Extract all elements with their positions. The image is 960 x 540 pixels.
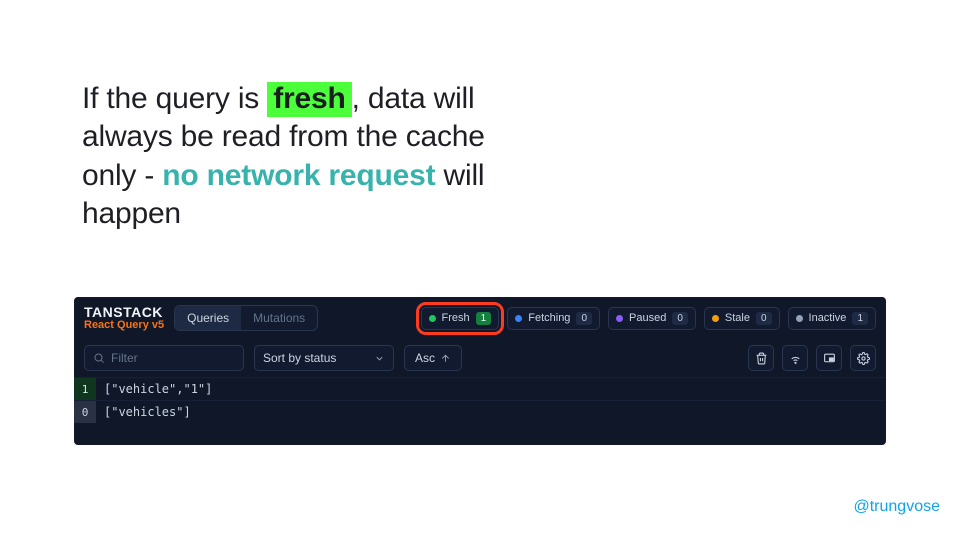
status-stale-count: 0 — [756, 312, 772, 325]
chevron-down-icon — [374, 353, 385, 364]
asc-label: Asc — [415, 351, 435, 365]
author-handle: @trungvose — [853, 498, 940, 516]
tab-mutations[interactable]: Mutations — [241, 306, 317, 330]
status-chip-inactive[interactable]: Inactive 1 — [788, 307, 876, 330]
pip-icon — [823, 352, 836, 365]
status-strip: Fresh 1 Fetching 0 Paused 0 Stale 0 Inac… — [421, 307, 876, 330]
status-fresh-count: 1 — [476, 312, 492, 325]
wifi-icon — [789, 352, 802, 365]
status-chip-fetching[interactable]: Fetching 0 — [507, 307, 600, 330]
devtools-header: TANSTACK React Query v5 Queries Mutation… — [74, 297, 886, 339]
dot-inactive-icon — [796, 315, 803, 322]
devtools-panel: TANSTACK React Query v5 Queries Mutation… — [74, 297, 886, 445]
status-fetching-count: 0 — [576, 312, 592, 325]
headline-accent-no-network: no network request — [162, 159, 435, 192]
observer-count: 1 — [74, 378, 96, 400]
status-fetching-label: Fetching — [528, 312, 570, 324]
sort-direction-button[interactable]: Asc — [404, 345, 462, 371]
dot-fresh-icon — [429, 315, 436, 322]
status-paused-label: Paused — [629, 312, 666, 324]
query-row[interactable]: 0 ["vehicles"] — [74, 400, 886, 423]
dot-fetching-icon — [515, 315, 522, 322]
status-inactive-count: 1 — [852, 312, 868, 325]
clear-cache-button[interactable] — [748, 345, 774, 371]
trash-icon — [755, 352, 768, 365]
offline-toggle-button[interactable] — [782, 345, 808, 371]
settings-button[interactable] — [850, 345, 876, 371]
status-inactive-label: Inactive — [809, 312, 847, 324]
status-chip-paused[interactable]: Paused 0 — [608, 307, 696, 330]
query-rows: 1 ["vehicle","1"] 0 ["vehicles"] — [74, 377, 886, 423]
dot-stale-icon — [712, 315, 719, 322]
arrow-up-icon — [440, 353, 451, 364]
status-fresh-label: Fresh — [442, 312, 470, 324]
status-chip-stale[interactable]: Stale 0 — [704, 307, 780, 330]
pip-button[interactable] — [816, 345, 842, 371]
headline-highlight-fresh: fresh — [267, 82, 351, 117]
sort-label: Sort by status — [263, 351, 336, 365]
tab-group: Queries Mutations — [174, 305, 318, 331]
filter-input[interactable]: Filter — [84, 345, 244, 371]
devtools-controls: Filter Sort by status Asc — [74, 339, 886, 377]
dot-paused-icon — [616, 315, 623, 322]
slide-headline: If the query is fresh, data will always … — [82, 80, 502, 234]
search-icon — [93, 352, 105, 364]
brand: TANSTACK React Query v5 — [84, 305, 164, 331]
query-key: ["vehicles"] — [96, 405, 191, 419]
status-chip-fresh[interactable]: Fresh 1 — [421, 307, 500, 330]
observer-count: 0 — [74, 401, 96, 423]
headline-part-1: If the query is — [82, 82, 267, 115]
status-stale-label: Stale — [725, 312, 750, 324]
tool-buttons — [748, 345, 876, 371]
brand-sub: React Query v5 — [84, 320, 164, 332]
brand-main: TANSTACK — [84, 305, 164, 320]
sort-select[interactable]: Sort by status — [254, 345, 394, 371]
filter-placeholder: Filter — [111, 351, 138, 365]
gear-icon — [857, 352, 870, 365]
tab-queries[interactable]: Queries — [175, 306, 241, 330]
status-paused-count: 0 — [672, 312, 688, 325]
query-key: ["vehicle","1"] — [96, 382, 212, 396]
query-row[interactable]: 1 ["vehicle","1"] — [74, 377, 886, 400]
